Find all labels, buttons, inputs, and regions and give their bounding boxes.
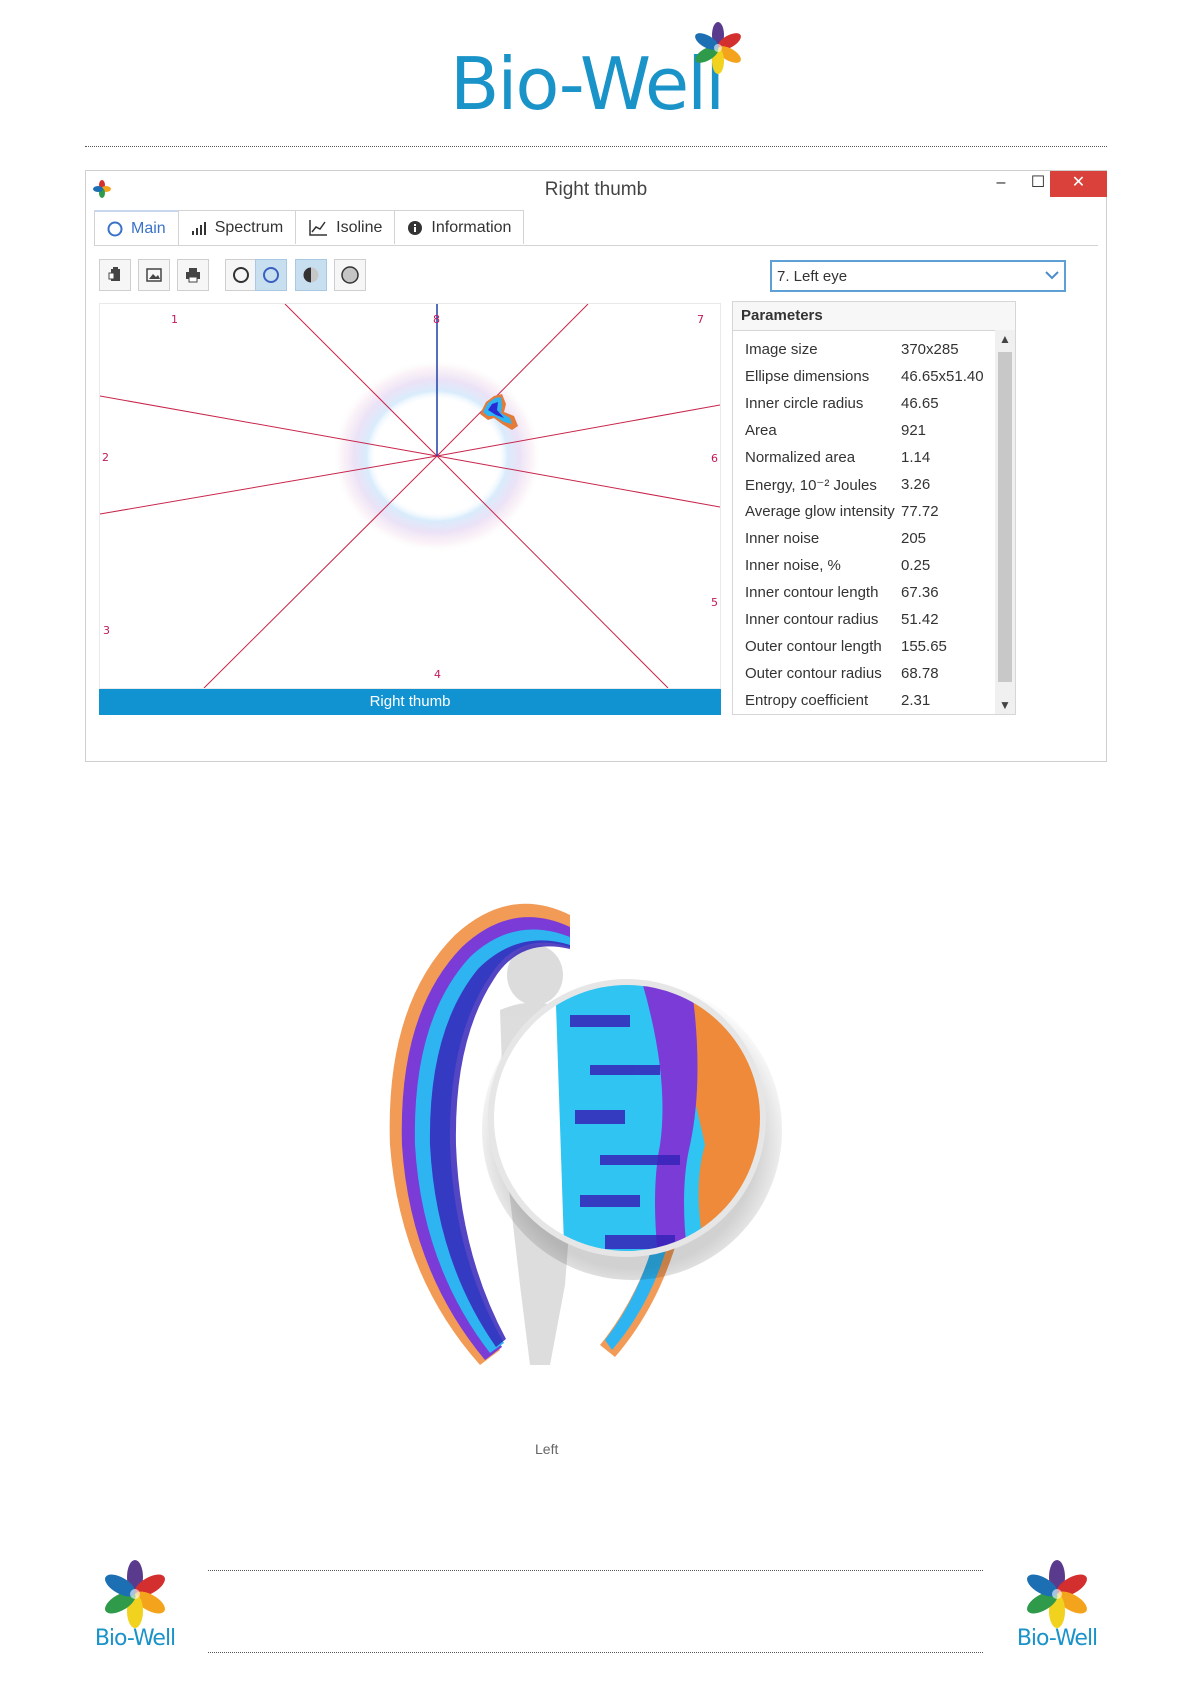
- aura-caption: Left: [535, 1441, 559, 1457]
- fill-mode-button[interactable]: [334, 259, 366, 291]
- param-row: Entropy coefficient 2.31: [745, 692, 931, 709]
- scroll-down-icon[interactable]: ▼: [995, 698, 1015, 712]
- param-row: Ellipse dimensions 46.65x51.40: [745, 368, 984, 385]
- save-image-button[interactable]: [138, 259, 170, 291]
- sector-label-6: 6: [711, 452, 718, 465]
- param-row: Inner noise, % 0.25: [745, 557, 931, 574]
- tab-spectrum[interactable]: Spectrum: [177, 210, 297, 244]
- parameters-scrollbar[interactable]: ▲ ▼: [995, 330, 1015, 714]
- filled-circle-icon: [341, 266, 359, 284]
- tab-main[interactable]: Main: [94, 210, 179, 246]
- print-icon: [186, 268, 200, 283]
- scroll-up-icon[interactable]: ▲: [995, 332, 1015, 346]
- half-circle-icon: [303, 267, 319, 283]
- circle-outline-icon: [233, 267, 249, 283]
- sector-diagram: [100, 304, 720, 688]
- param-row: Inner noise 205: [745, 530, 927, 547]
- app-window: Right thumb – ☐ ✕ Main Spectrum Isoline: [85, 170, 1107, 762]
- scrollbar-thumb[interactable]: [998, 352, 1012, 682]
- sector-label-5: 5: [711, 596, 718, 609]
- sector-label-2: 2: [102, 451, 109, 464]
- tab-divider: [94, 245, 1098, 246]
- footer-divider-top: [208, 1570, 983, 1571]
- flower-logo-icon: [1027, 1560, 1087, 1628]
- parameters-heading: Parameters: [733, 302, 1015, 331]
- footer-logo-right: Bio-Well: [1007, 1558, 1107, 1658]
- print-button[interactable]: [177, 259, 209, 291]
- tab-main-label: Main: [131, 220, 166, 237]
- tab-information-label: Information: [431, 218, 512, 236]
- window-title: Right thumb: [544, 179, 648, 200]
- blue-outline-mode-button[interactable]: [255, 259, 287, 291]
- chevron-down-icon: [1045, 271, 1059, 280]
- bar-chart-icon: [191, 220, 207, 236]
- sector-label-4: 4: [434, 668, 441, 681]
- minimize-button[interactable]: –: [986, 171, 1016, 197]
- outline-mode-button[interactable]: [225, 259, 257, 291]
- flower-logo-icon: [695, 22, 741, 74]
- tab-information[interactable]: Information: [394, 210, 525, 244]
- info-icon: [407, 220, 423, 236]
- half-fill-mode-button[interactable]: [295, 259, 327, 291]
- line-chart-icon: [308, 219, 328, 237]
- footer-logo-right-text: Bio-Well: [1016, 1626, 1098, 1651]
- footer-logo-left-text: Bio-Well: [94, 1626, 176, 1651]
- param-row: Normalized area 1.14: [745, 449, 931, 466]
- copy-button[interactable]: [99, 259, 131, 291]
- flower-logo-icon: [105, 1560, 165, 1628]
- param-row: Inner contour radius 51.42: [745, 611, 939, 628]
- param-row: Outer contour radius 68.78: [745, 665, 939, 682]
- footer-logo-left: Bio-Well: [85, 1558, 185, 1658]
- canvas-caption: Right thumb: [99, 689, 721, 715]
- footer-divider-bottom: [208, 1652, 983, 1653]
- tab-spectrum-label: Spectrum: [214, 218, 284, 236]
- aura-figure-image: [389, 903, 782, 1365]
- brand-wordmark: Bio-Well: [450, 42, 725, 126]
- param-row: Energy, 10⁻² Joules 3.26: [745, 476, 931, 494]
- sector-label-1: 1: [171, 313, 178, 326]
- circle-icon: [107, 221, 123, 237]
- sector-select-value: 7. Left eye: [777, 268, 848, 285]
- parameters-panel: Parameters Image size 370x285 Ellipse dim…: [732, 301, 1016, 715]
- tab-isoline[interactable]: Isoline: [295, 210, 396, 244]
- sector-label-3: 3: [103, 624, 110, 637]
- close-button[interactable]: ✕: [1050, 171, 1107, 197]
- header-divider: [85, 146, 1107, 147]
- sector-label-7: 7: [697, 313, 704, 326]
- sector-label-8: 8: [433, 313, 440, 326]
- param-row: Inner circle radius 46.65: [745, 395, 939, 412]
- glow-canvas[interactable]: 1 2 3 4 5 6 7 8: [99, 303, 721, 689]
- param-row: Image size 370x285: [745, 341, 959, 358]
- param-row: Average glow intensity 77.72: [745, 503, 939, 520]
- image-icon: [146, 268, 162, 282]
- tab-isoline-label: Isoline: [336, 218, 383, 236]
- param-row: Area 921: [745, 422, 927, 439]
- circle-blue-icon: [263, 267, 279, 283]
- copy-icon: [108, 267, 120, 281]
- header-logo: Bio-Well: [440, 20, 760, 126]
- tab-bar: Main Spectrum Isoline Information: [94, 210, 525, 246]
- sector-select[interactable]: 7. Left eye: [770, 260, 1066, 292]
- param-row: Inner contour length 67.36: [745, 584, 939, 601]
- param-row: Outer contour length 155.65: [745, 638, 947, 655]
- title-bar: Right thumb – ☐ ✕: [86, 171, 1107, 207]
- aura-illustration: [360, 895, 820, 1445]
